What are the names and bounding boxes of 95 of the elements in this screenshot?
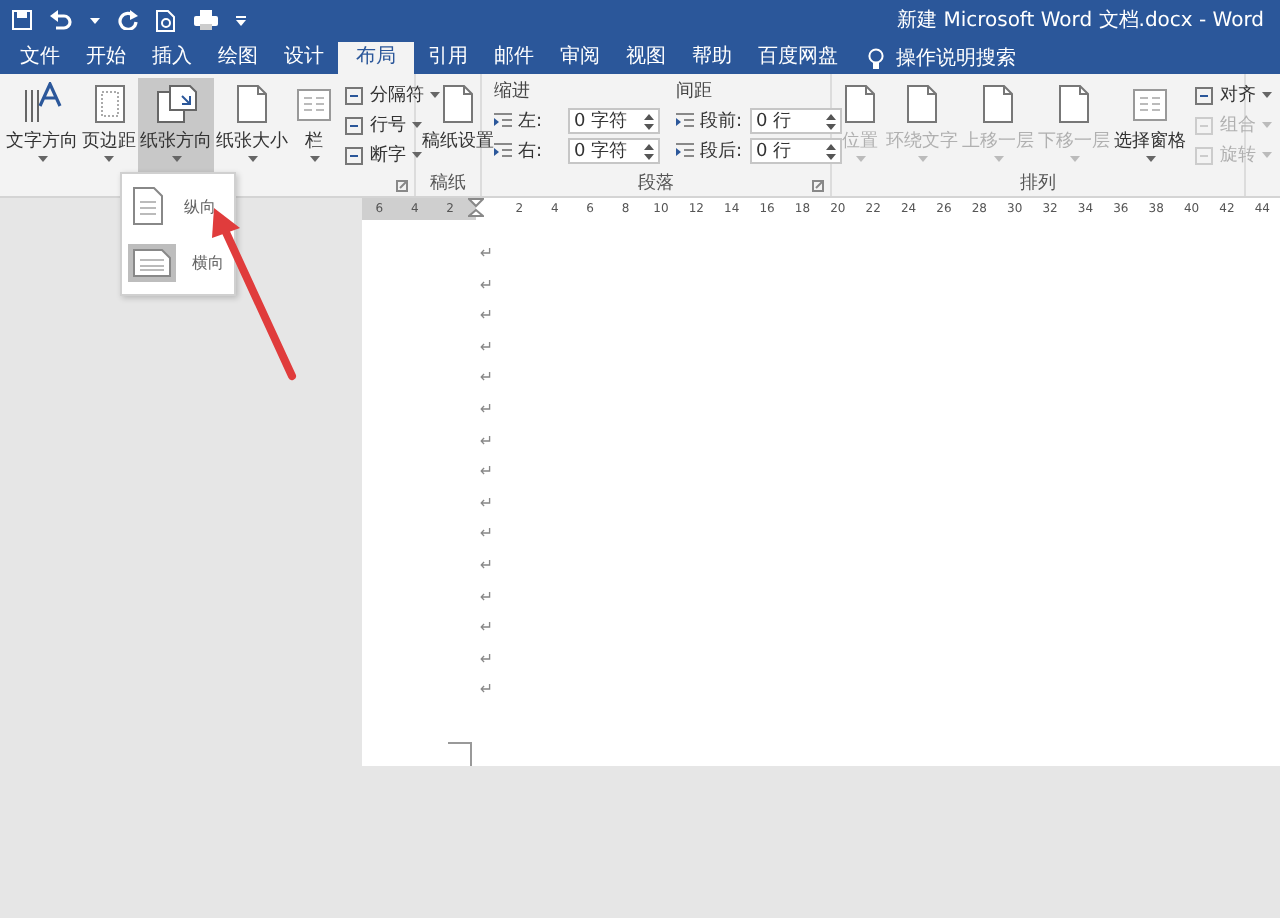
spinner-arrows-icon[interactable] [826,141,836,161]
small-command-icon [344,115,364,135]
small-command-icon [1194,85,1214,105]
spinner-arrows-icon[interactable] [644,111,654,131]
section-heading: 缩进 [494,79,532,104]
paragraph-mark: ↵ [479,522,496,547]
indent-icon [676,142,694,160]
ribbon-tab[interactable]: 引用 [416,42,480,74]
ribbon-tab[interactable]: 绘图 [206,42,270,74]
text-direction-icon [20,82,64,126]
field-label: 右: [518,139,545,164]
section-heading: 间距 [676,79,714,104]
ribbon-tab[interactable]: 插入 [140,42,204,74]
indent-marker-icon[interactable] [467,198,484,220]
caret-icon [1262,152,1272,158]
print-preview-icon[interactable] [156,9,176,31]
caret-icon [1262,122,1272,128]
ribbon-tab[interactable]: 设计 [272,42,336,74]
ribbon-tab[interactable]: 视图 [614,42,678,74]
ribbon-button[interactable]: 页边距 [80,78,138,172]
group-label: 排列 [1020,172,1056,196]
small-command-icon [1194,145,1214,165]
indent-icon [494,142,512,160]
lightbulb-icon [868,47,884,69]
orientation-icon [154,82,198,126]
ribbon-tab[interactable]: 邮件 [482,42,546,74]
spinner-arrows-icon[interactable] [826,111,836,131]
paragraph-mark: ↵ [479,429,496,454]
ribbon-button[interactable]: 栏 [290,78,338,172]
caret-icon [1262,92,1272,98]
field-label: 段前: [700,109,744,134]
paragraph-mark: ↵ [479,647,496,672]
caret-icon [1145,156,1155,162]
dialog-launcher-icon[interactable] [396,180,408,192]
caret-icon [917,156,927,162]
save-icon[interactable] [12,10,32,30]
paragraph-mark: ↵ [479,491,496,516]
redo-icon[interactable] [118,10,138,30]
caret-icon [855,156,865,162]
tell-me-search-field[interactable]: 操作说明搜索 [896,44,1016,72]
printer-icon[interactable] [194,10,218,30]
caret-icon [993,156,1003,162]
group-label: 稿纸 [430,172,466,196]
spin-field[interactable]: 0 字符 [568,138,660,164]
field-label: 段后: [700,139,744,164]
ribbon-button[interactable]: 纸张方向 [138,78,214,172]
paragraph-mark: ↵ [479,242,496,266]
paragraph-mark: ↵ [479,553,496,578]
ribbon-tab[interactable]: 百度网盘 [746,42,850,74]
caret-icon [104,156,114,162]
caret-icon [247,156,257,162]
customize-caret-icon[interactable] [236,15,246,25]
ribbon-tab[interactable]: 布局 [338,42,414,74]
window-title: 新建 Microsoft Word 文档.docx - Word [897,7,1264,34]
caret-icon [90,17,100,23]
ribbon-button[interactable]: 选择窗格 [1112,78,1188,172]
small-command-icon [1194,115,1214,135]
paragraph-mark: ↵ [479,273,496,298]
caret-icon [412,122,422,128]
caret-icon [1069,156,1079,162]
ribbon-tab[interactable]: 审阅 [548,42,612,74]
orientation-option[interactable]: 横向 [122,234,234,290]
small-command-icon [344,145,364,165]
dialog-launcher-icon[interactable] [812,180,824,192]
caret-icon [309,156,319,162]
ribbon-tab[interactable]: 帮助 [680,42,744,74]
ribbon-small-button[interactable]: 分隔符 [342,82,442,108]
undo-icon[interactable] [50,10,72,30]
paragraph-mark: ↵ [479,460,496,485]
paragraph-mark: ↵ [479,366,496,391]
margin-corner-mark [447,741,472,766]
indent-icon [676,112,694,130]
field-label: 左: [518,109,545,134]
paragraph-mark: ↵ [479,616,496,641]
spin-field[interactable]: 0 字符 [568,108,660,134]
paragraph-mark: ↵ [479,678,496,703]
ribbon-button[interactable]: 纸张大小 [214,78,290,172]
indent-icon [494,112,512,130]
caret-icon [412,152,422,158]
ribbon-tab[interactable]: 开始 [74,42,138,74]
orientation-option[interactable]: 纵向 [122,178,234,234]
caret-icon [171,156,181,162]
group-label: 段落 [638,172,674,196]
caret-icon [37,156,47,162]
ribbon-tab[interactable]: 文件 [8,42,72,74]
ribbon-button[interactable]: 文字方向 [4,78,80,172]
ribbon-small-button[interactable]: 对齐 [1192,82,1274,108]
paragraph-mark: ↵ [479,304,496,329]
paragraph-mark: ↵ [479,397,496,422]
paragraph-mark: ↵ [479,585,496,610]
spinner-arrows-icon[interactable] [644,141,654,161]
spin-field[interactable]: 0 行 [750,138,842,164]
small-command-icon [344,85,364,105]
paragraph-mark: ↵ [479,335,496,360]
caret-icon [430,92,440,98]
